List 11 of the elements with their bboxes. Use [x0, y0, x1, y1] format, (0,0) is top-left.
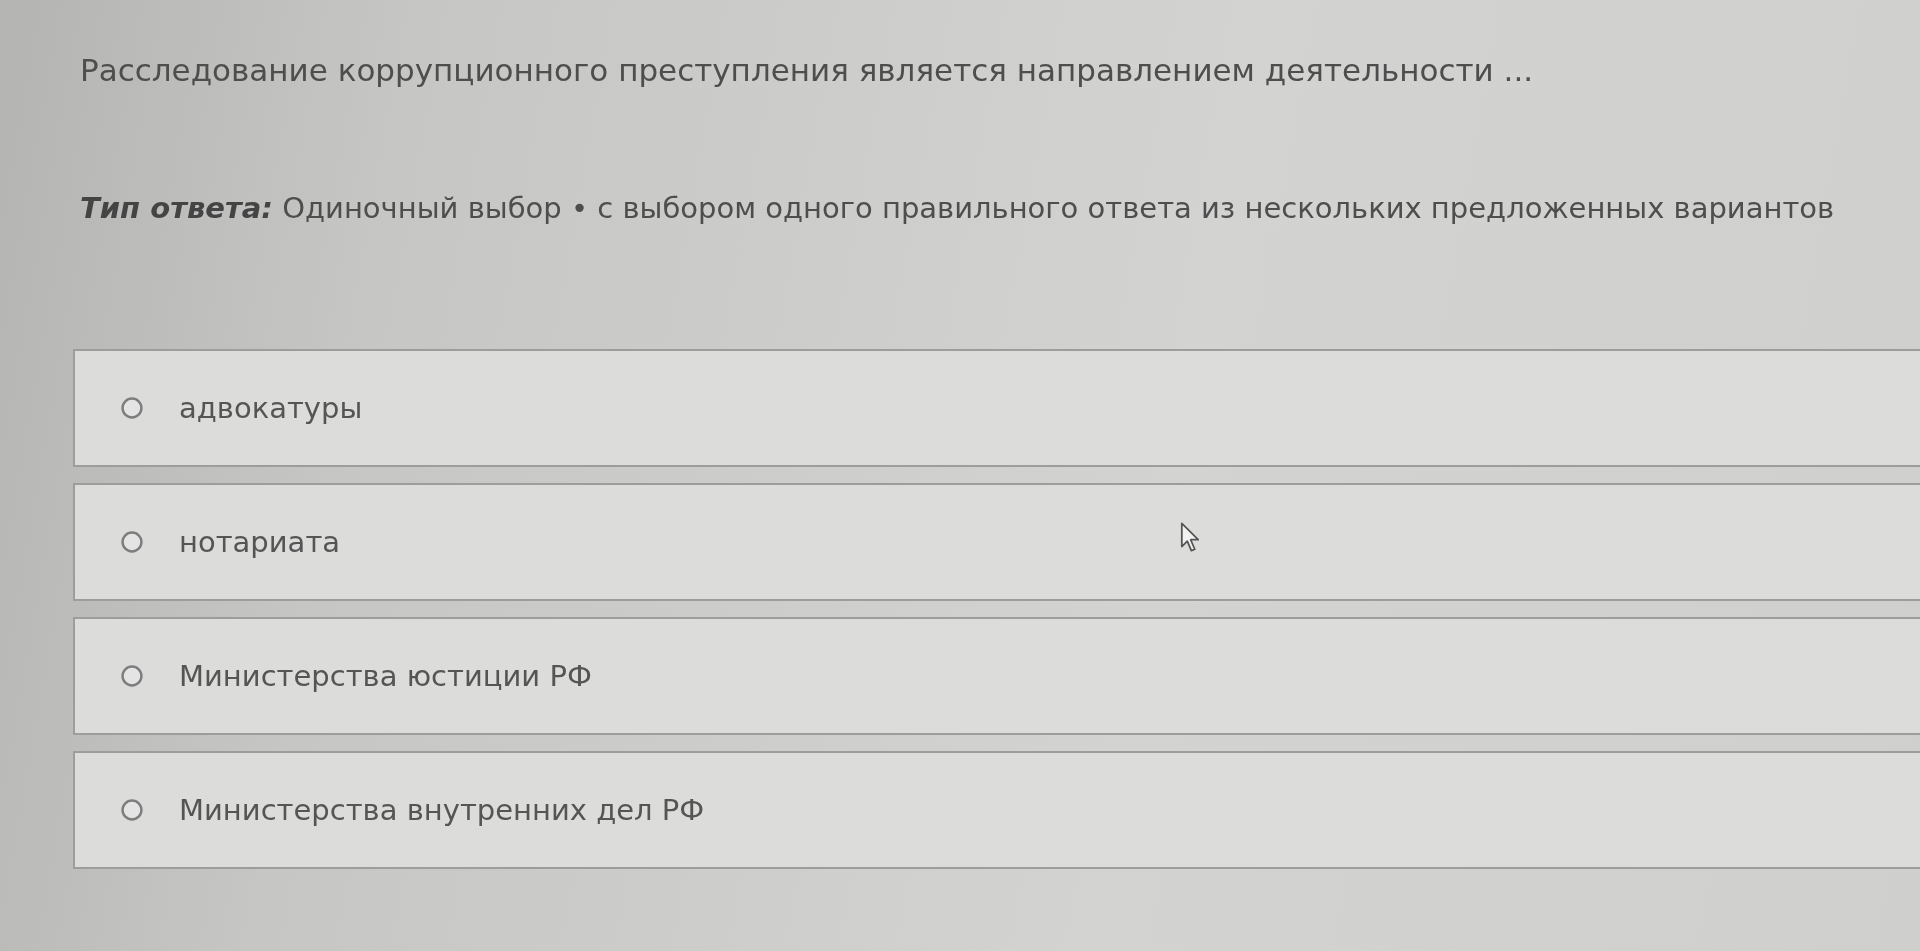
radio-icon[interactable]: [121, 665, 143, 687]
question-text: Расследование коррупционного преступления является направлением деятельности ...: [80, 51, 1535, 90]
radio-icon[interactable]: [121, 799, 143, 821]
answer-option[interactable]: нотариата: [73, 483, 1920, 601]
answer-option[interactable]: Министерства юстиции РФ: [73, 617, 1920, 735]
answer-type-text: Тип ответа: Одиночный выбор • с выбором одного правильного ответа из нескольких предложенных вариантов: [80, 190, 1836, 227]
answer-option[interactable]: адвокатуры: [73, 349, 1920, 467]
answer-option[interactable]: Министерства внутренних дел РФ: [73, 751, 1920, 869]
mouse-pointer-icon: [1180, 522, 1200, 552]
radio-icon[interactable]: [121, 397, 143, 419]
radio-icon[interactable]: [121, 531, 143, 553]
